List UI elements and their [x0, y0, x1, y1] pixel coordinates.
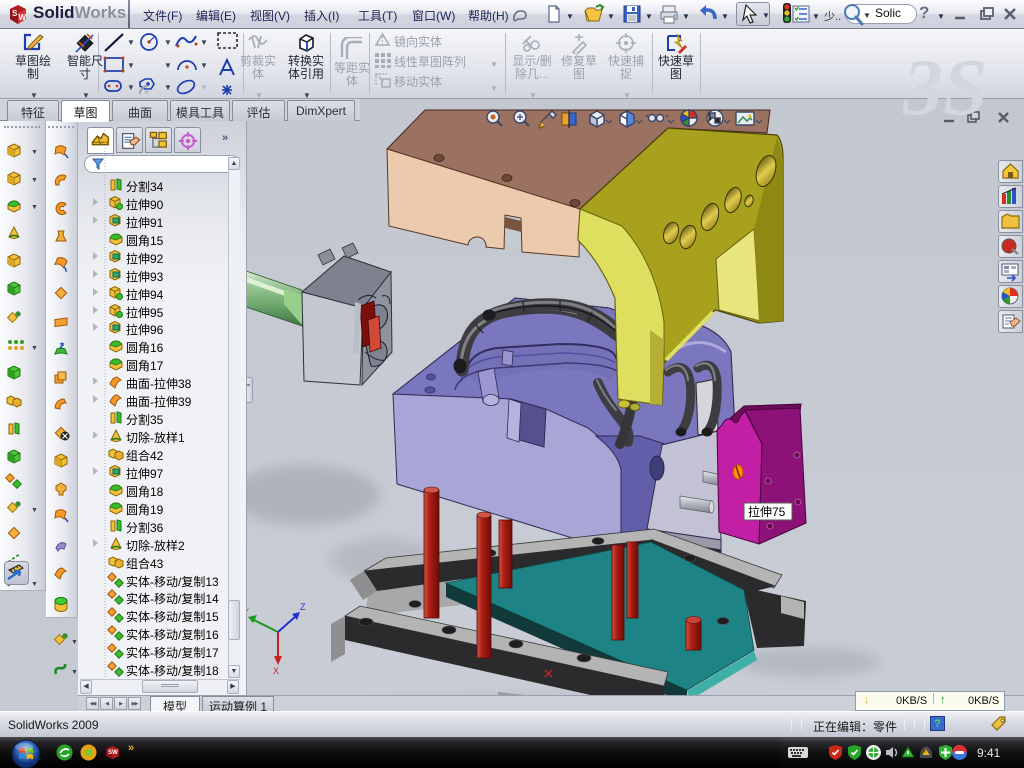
svg-text:▼: ▼ [127, 61, 135, 70]
svg-text:▼: ▼ [31, 581, 38, 588]
svg-text:▼: ▼ [164, 83, 172, 92]
svg-text:▼: ▼ [71, 669, 78, 676]
svg-text:▼: ▼ [31, 149, 38, 156]
svg-text:▼: ▼ [31, 177, 38, 184]
svg-text:S: S [12, 9, 18, 18]
svg-text:▼: ▼ [31, 345, 38, 352]
svg-text:▼: ▼ [200, 61, 208, 70]
svg-text:X: X [273, 666, 279, 676]
svg-text:▼: ▼ [71, 639, 78, 646]
svg-text:▼: ▼ [200, 83, 208, 92]
svg-text:!: ! [925, 751, 926, 757]
svg-text:▼: ▼ [127, 38, 135, 47]
svg-text:▼: ▼ [127, 83, 135, 92]
svg-text:▼: ▼ [31, 507, 38, 514]
svg-text:Z: Z [300, 602, 306, 612]
svg-text:W: W [19, 13, 27, 22]
svg-text:▼: ▼ [164, 61, 172, 70]
svg-text:拉伸75: 拉伸75 [748, 504, 786, 519]
svg-text:▼: ▼ [31, 204, 38, 211]
svg-text:SW: SW [108, 750, 118, 756]
svg-text:▼: ▼ [164, 38, 172, 47]
svg-text:▼: ▼ [200, 38, 208, 47]
